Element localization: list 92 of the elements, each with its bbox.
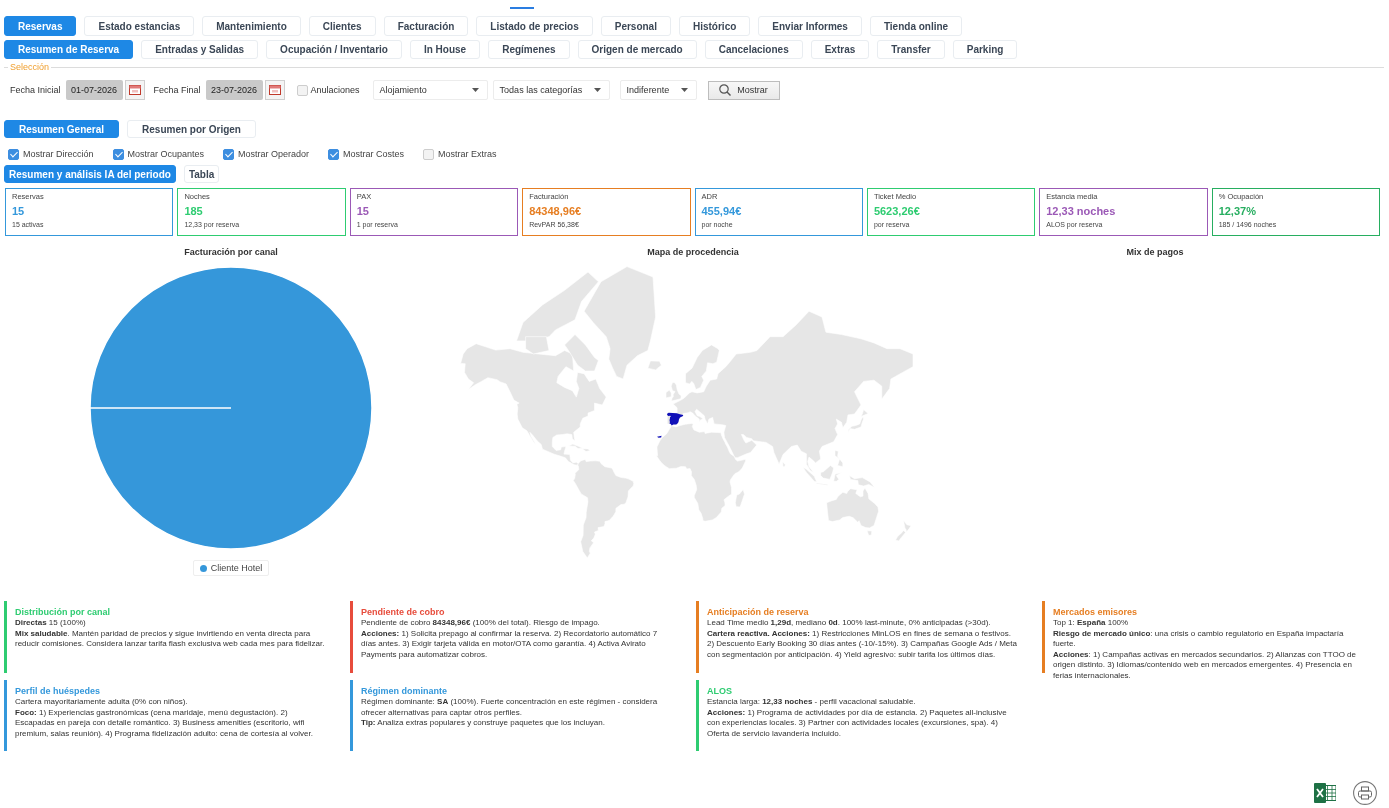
tab[interactable]: Tabla (183, 165, 220, 183)
tab[interactable]: Resumen de Reserva (4, 40, 134, 59)
tab[interactable]: In House (409, 40, 481, 59)
insight-text: Régimen dominante: SA (100%). Fuerte concentración en este régimen - considera ofrecer alternativas para captar otros perfiles. (361, 697, 659, 718)
legend-dot-icon (199, 564, 207, 572)
field-label: Fecha Inicial (10, 85, 61, 95)
date-field[interactable]: 23-07-2026 (205, 80, 263, 100)
dropdown[interactable]: Alojamiento (372, 80, 488, 100)
insight-text: Foco: 1) Experiencias gastronómicas (cena maridaje, menú degustación). 2) Escapadas en pareja con detalle romántico. 3) Business amenities (escritorio, wifi premium, salas reunión). 4) Programa fidelización adulto: cena de cortesía al volver. (15, 707, 314, 739)
checkbox-label: Mostrar Ocupantes (127, 149, 205, 159)
kpi-value: 15 (12, 204, 25, 218)
calendar-button[interactable] (124, 80, 145, 100)
tab[interactable]: Reservas (4, 16, 77, 36)
insight-title: Perfil de huéspedes (15, 685, 102, 697)
section-legend: Selección (8, 62, 52, 72)
tab[interactable]: Estado estancias (84, 16, 195, 36)
insight-text: Acciones: 1) Campañas activas en mercados secundarios. 2) Alianzas con TTOO de origen distinto. 3) Idiomas/contenido web en mercados emergentes. 4) Presencia en ferias internacionales. (1053, 649, 1357, 681)
show-button[interactable]: Mostrar (707, 80, 780, 100)
checkbox-label: Mostrar Dirección (23, 149, 94, 159)
tab[interactable]: Extras (810, 40, 870, 59)
tab[interactable]: Listado de precios (476, 16, 593, 36)
dropdown[interactable]: Indiferente (619, 80, 697, 100)
insight-text: Directas 15 (100%) (15, 618, 87, 629)
kpi-value: 5623,26€ (873, 204, 920, 218)
checkbox[interactable] (423, 148, 435, 160)
field-label: Fecha Final (153, 85, 201, 95)
kpi-value: 455,94€ (701, 204, 742, 218)
checkbox-label: Mostrar Costes (343, 149, 405, 159)
caret-icon (593, 88, 601, 92)
kpi-value: 15 (356, 204, 369, 218)
insight-title: ALOS (707, 685, 733, 697)
insight-text: Estancia larga: 12,33 noches - perfil vacacional saludable. (707, 697, 917, 708)
kpi-value: 12,37% (1218, 204, 1256, 218)
insight-text: Riesgo de mercado único: una crisis o cambio regulatorio en España impactaría fuerte. (1053, 628, 1345, 650)
insight-title: Régimen dominante (361, 685, 448, 697)
tab[interactable]: Cancelaciones (704, 40, 803, 59)
insight-title: Distribución por canal (15, 606, 111, 618)
kpi-value: 84348,96€ (529, 204, 582, 218)
checkbox[interactable] (8, 148, 19, 160)
tab[interactable]: Origen de mercado (577, 40, 697, 59)
insight-text: Lead Time medio 1,29d, mediano 0d. 100% last-minute, 0% anticipadas (>30d). (707, 618, 992, 629)
insight-text: Mix saludable. Mantén paridad de precios y sigue invirtiendo en venta directa para reducir comisiones. Considera lanzar tarifa flash exclusiva web cada mes para fidelizar. (15, 628, 325, 650)
checkbox[interactable] (223, 148, 235, 160)
chart-title: Facturación por canal (184, 246, 278, 258)
checkbox-label: Mostrar Operador (238, 149, 310, 159)
insight-text: Pendiente de cobro 84348,96€ (100% del total). Riesgo de impago. (361, 618, 601, 629)
tab[interactable]: Entradas y Salidas (141, 40, 259, 59)
insight-text: Cartera reactiva. Acciones: 1) Restricciones MinLOS en fines de semana o festivos. 2) Descuento Early Booking 30 días antes (-10/-15%). 3) Campañas Google Ads / Meta con segmentación por anticipación. 4) Yield agresivo: subir tarifa los últimos días. (707, 628, 1017, 660)
caret-icon (471, 88, 479, 92)
insight-title: Anticipación de reserva (707, 606, 810, 618)
tab[interactable]: Mantenimiento (202, 16, 301, 36)
chart-title: Mapa de procedencia (647, 246, 739, 258)
checkbox[interactable] (112, 148, 124, 160)
tab[interactable]: Regímenes (488, 40, 570, 59)
insight-text: Tip: Analiza extras populares y construye paquetes que los incluyan. (361, 718, 606, 729)
tab[interactable]: Enviar Informes (758, 16, 862, 36)
tab[interactable]: Ocupación / Inventario (266, 40, 402, 59)
print-icon[interactable] (1353, 781, 1377, 805)
checkbox-label: Mostrar Extras (438, 149, 497, 159)
kpi-value: 12,33 noches (1046, 204, 1116, 218)
kpi-value: 185 (184, 204, 203, 218)
insight-text: Acciones: 1) Programa de actividades por día de estancia. 2) Paquetes all-inclusive con experiencias locales. 3) Partner con actividades locales (excursiones, spa). 4) Oferta de servicio lavandería incluido. (707, 707, 1008, 739)
calendar-button[interactable] (264, 80, 285, 100)
tab[interactable]: Histórico (678, 16, 751, 36)
checkbox[interactable] (328, 148, 340, 160)
legend-label: Cliente Hotel (210, 563, 263, 573)
caret-icon (680, 88, 688, 92)
insight-text: Acciones: 1) Solicita prepago al confirmar la reserva. 2) Recordatorio automático 7 días antes. 3) Exigir tarjeta válida en motor/OTA como garantía. 4) Activa Avirato Payments para automatizar cobros. (361, 628, 659, 660)
indicator-line (510, 7, 534, 9)
spreadsheet-icon[interactable] (1314, 783, 1336, 803)
tab[interactable]: Tienda online (869, 16, 963, 36)
tab[interactable]: Personal (600, 16, 671, 36)
insight-title: Mercados emisores (1053, 606, 1139, 618)
tab[interactable]: Clientes (308, 16, 376, 36)
tab[interactable]: Transfer (877, 40, 945, 59)
insight-text: Cartera mayoritariamente adulta (0% con niños). (15, 697, 189, 708)
checkbox[interactable] (296, 84, 308, 96)
tab[interactable]: Resumen por Origen (127, 120, 256, 138)
chart-legend[interactable]: Cliente Hotel (192, 560, 270, 576)
tab[interactable]: Facturación (383, 16, 469, 36)
search-icon (719, 84, 732, 96)
checkbox-label: Anulaciones (310, 85, 360, 95)
calendar-icon (128, 85, 141, 95)
date-field[interactable]: 01-07-2026 (65, 80, 123, 100)
tab[interactable]: Resumen General (4, 120, 120, 138)
insight-title: Pendiente de cobro (361, 606, 446, 618)
insight-text: Top 1: España 100% (1053, 618, 1130, 629)
calendar-icon (268, 85, 281, 95)
dropdown[interactable]: Todas las categorías (492, 80, 610, 100)
tab[interactable]: Resumen y análisis IA del periodo (4, 165, 176, 183)
chart-title: Mix de pagos (1126, 246, 1184, 258)
tab[interactable]: Parking (952, 40, 1018, 59)
